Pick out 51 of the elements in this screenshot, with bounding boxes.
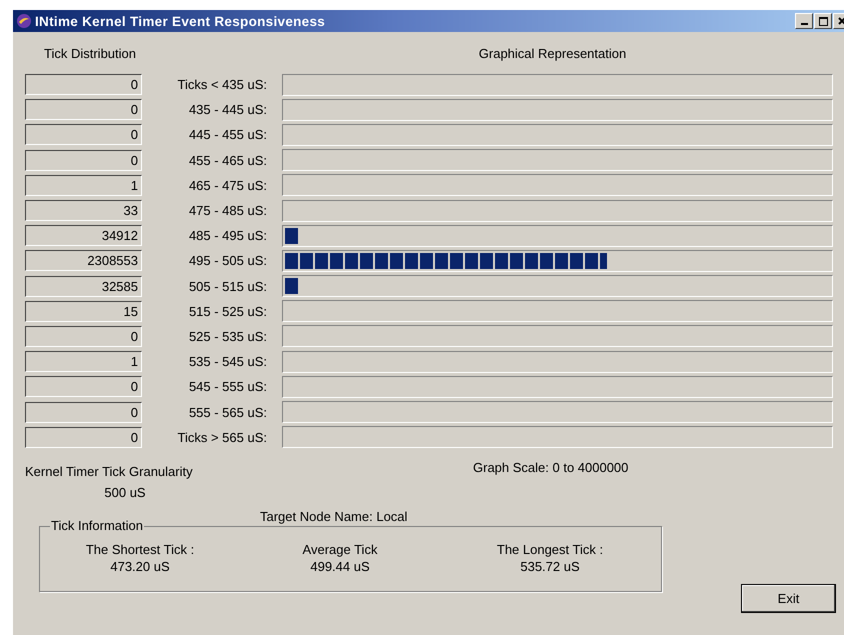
- count-field: 0: [25, 376, 142, 398]
- graph-scale-label: Graph Scale: 0 to 4000000: [473, 460, 630, 477]
- range-label: 525 - 535 uS:: [188, 328, 267, 344]
- range-label: 495 - 505 uS:: [188, 253, 267, 268]
- count-field: 0: [25, 150, 142, 171]
- range-label: 445 - 455 uS:: [188, 127, 267, 142]
- window-title: INtime Kernel Timer Event Responsiveness: [35, 14, 326, 28]
- range-label: 515 - 525 uS:: [188, 304, 267, 319]
- maximize-button[interactable]: [814, 13, 832, 29]
- range-label: 485 - 495 uS:: [188, 228, 267, 244]
- minimize-icon: [800, 23, 808, 25]
- range-label: 465 - 475 uS:: [188, 178, 267, 193]
- stat-value: 535.72 uS: [520, 558, 580, 574]
- count-field: 32585: [25, 276, 142, 297]
- close-icon: [838, 17, 844, 25]
- range-label: 505 - 515 uS:: [188, 278, 267, 294]
- granularity-value: 500 uS: [103, 484, 147, 500]
- count-field: 15: [25, 300, 142, 322]
- granularity-label: Kernel Timer Tick Granularity: [25, 464, 193, 479]
- stat-value: 499.44 uS: [310, 558, 370, 574]
- range-label: 455 - 465 uS:: [188, 152, 267, 168]
- range-label: 475 - 485 uS:: [188, 203, 267, 218]
- section-heading: Tick Distribution: [43, 46, 137, 60]
- maximize-icon: [818, 16, 828, 26]
- count-field: 34912: [25, 225, 142, 246]
- section-heading: Graphical Representation: [478, 46, 628, 60]
- minimize-button[interactable]: [795, 13, 813, 29]
- count-field: 0: [25, 74, 142, 96]
- orb-icon: [16, 13, 32, 29]
- range-label: Ticks > 565 uS:: [176, 430, 267, 445]
- count-field: 1: [25, 351, 142, 372]
- count-field: 0: [25, 402, 142, 423]
- stat-label: Average Tick: [302, 542, 378, 557]
- count-field: 0: [25, 99, 142, 120]
- count-field: 0: [25, 426, 142, 448]
- group-title: Tick Information: [50, 518, 144, 533]
- exit-button[interactable]: Exit: [741, 584, 836, 613]
- range-label: 535 - 545 uS:: [188, 354, 267, 370]
- count-field: 1: [25, 174, 142, 196]
- range-label: Ticks < 435 uS:: [176, 77, 267, 92]
- count-field: 2308553: [25, 250, 142, 272]
- count-field: 0: [25, 326, 142, 347]
- range-label: 555 - 565 uS:: [188, 404, 267, 420]
- range-label: 545 - 555 uS:: [188, 379, 267, 394]
- range-label: 435 - 445 uS:: [188, 102, 267, 118]
- target-node-label: Target Node Name: Local: [260, 508, 408, 524]
- stat-value: 473.20 uS: [110, 558, 170, 574]
- stat-label: The Longest Tick :: [496, 542, 604, 557]
- count-field: 33: [25, 200, 142, 222]
- stat-label: The Shortest Tick :: [86, 542, 194, 557]
- count-field: 0: [25, 124, 142, 146]
